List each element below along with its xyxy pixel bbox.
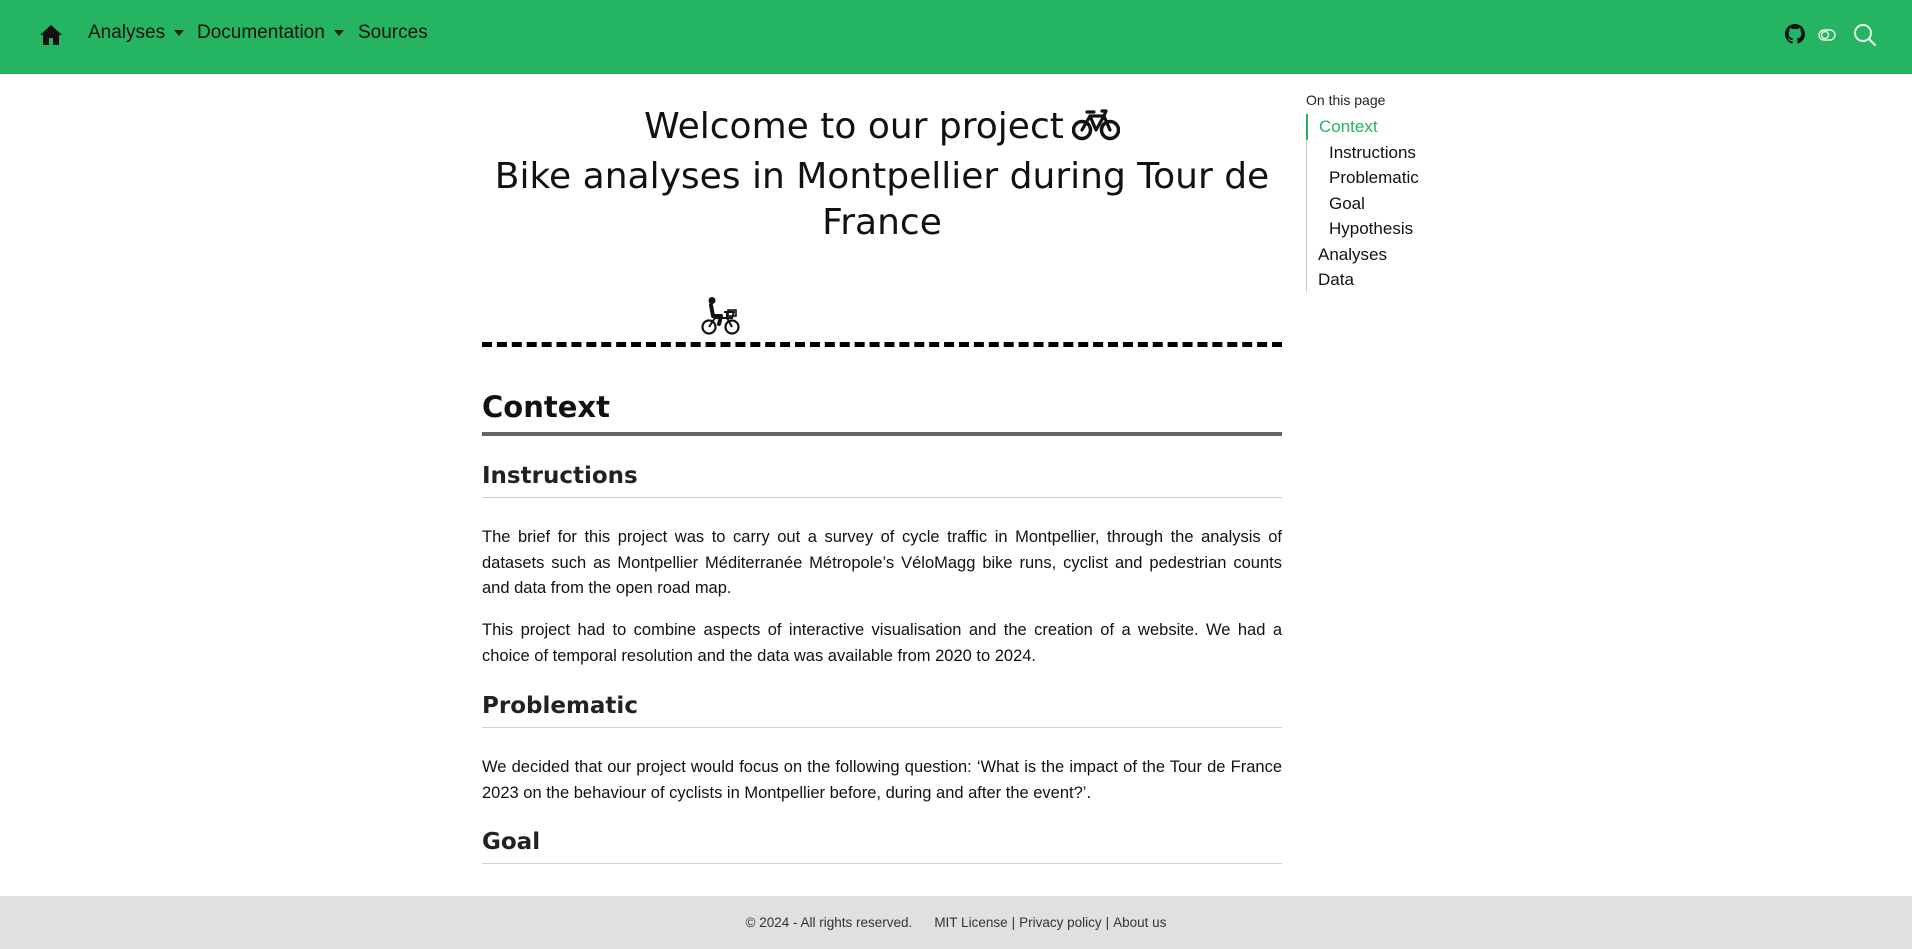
- toc-list: Context Instructions Problematic Goal Hy…: [1306, 114, 1506, 293]
- instructions-paragraph-1: The brief for this project was to carry …: [482, 528, 1282, 597]
- page-title: Welcome to our project Bike analyses in …: [482, 104, 1282, 246]
- toc-item-instructions[interactable]: Instructions: [1307, 140, 1506, 166]
- footer-link-mit-license[interactable]: MIT License: [934, 915, 1007, 930]
- title-line-2: Bike analyses in Montpellier during Tour…: [494, 156, 1270, 197]
- section-heading-problematic: Problematic: [482, 691, 1282, 728]
- toc-item-hypothesis[interactable]: Hypothesis: [1307, 216, 1506, 242]
- instructions-paragraph-2: This project had to combine aspects of i…: [482, 621, 1282, 665]
- footer-link-privacy-policy[interactable]: Privacy policy: [1019, 915, 1102, 930]
- section-heading-goal: Goal: [482, 827, 1282, 864]
- bicycle-icon: [1071, 108, 1121, 154]
- page-footer: © 2024 - All rights reserved. MIT Licens…: [0, 896, 1912, 949]
- toc-item-problematic[interactable]: Problematic: [1307, 165, 1506, 191]
- search-icon[interactable]: [1853, 23, 1877, 51]
- footer-separator: |: [1011, 915, 1016, 930]
- nav-sources-link[interactable]: Sources: [358, 22, 428, 44]
- nav-sources-label: Sources: [358, 22, 428, 43]
- toc-item-goal[interactable]: Goal: [1307, 191, 1506, 217]
- chevron-down-icon: [333, 30, 344, 36]
- cyclist-icon: [700, 296, 742, 340]
- top-navbar: Analyses Documentation Sources: [0, 0, 1912, 74]
- footer-copyright: © 2024 - All rights reserved.: [745, 915, 913, 930]
- table-of-contents: On this page Context Instructions Proble…: [1306, 92, 1506, 293]
- toc-item-analyses[interactable]: Analyses: [1307, 242, 1506, 268]
- dashed-road-divider: [482, 342, 1282, 347]
- section-heading-context: Context: [482, 388, 1282, 436]
- nav-documentation-dropdown[interactable]: Documentation: [197, 22, 344, 44]
- footer-separator: |: [1105, 915, 1110, 930]
- home-icon[interactable]: [39, 24, 63, 46]
- title-line-1: Welcome to our project: [644, 106, 1064, 147]
- nav-analyses-dropdown[interactable]: Analyses: [88, 22, 185, 44]
- nav-documentation-label: Documentation: [197, 22, 325, 43]
- toggle-icon[interactable]: [1818, 27, 1836, 46]
- toc-item-context[interactable]: Context: [1306, 114, 1506, 140]
- section-heading-instructions: Instructions: [482, 461, 1282, 498]
- problematic-paragraph: We decided that our project would focus …: [482, 758, 1282, 802]
- footer-link-about-us[interactable]: About us: [1113, 915, 1166, 930]
- toc-item-data[interactable]: Data: [1307, 267, 1506, 293]
- nav-analyses-label: Analyses: [88, 22, 166, 43]
- chevron-down-icon: [174, 30, 185, 36]
- rider-animation: [482, 296, 1282, 336]
- title-line-3: France: [822, 202, 942, 243]
- github-icon[interactable]: [1785, 24, 1805, 48]
- toc-heading: On this page: [1306, 92, 1386, 108]
